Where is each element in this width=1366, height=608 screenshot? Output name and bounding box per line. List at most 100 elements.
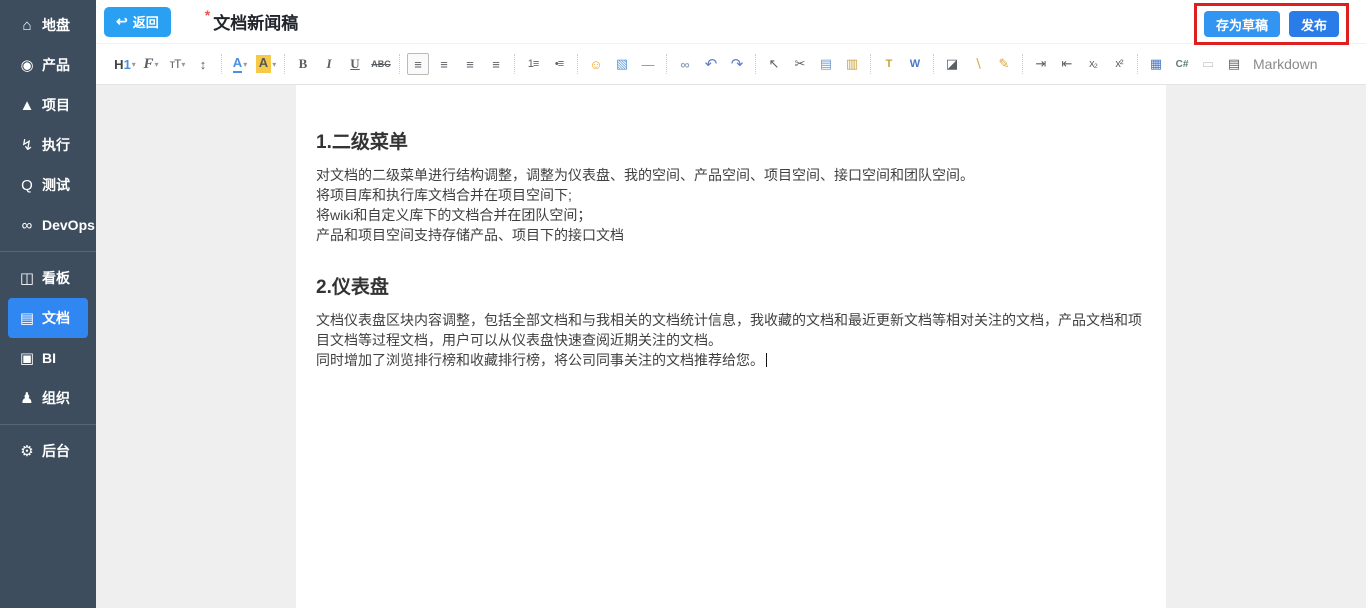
toolbar-separator <box>514 54 515 74</box>
doc-paragraph: 对文档的二级菜单进行结构调整，调整为仪表盘、我的空间、产品空间、项目空间、接口空… <box>316 165 1146 245</box>
bold-button[interactable]: B <box>292 53 314 75</box>
toolbar-separator <box>933 54 934 74</box>
align-center-button[interactable]: ≡ <box>433 53 455 75</box>
align-justify-button[interactable]: ≡ <box>485 53 507 75</box>
redo-button[interactable]: ↷ <box>726 53 748 75</box>
outdent-button[interactable]: ⇤ <box>1056 53 1078 75</box>
sidebar-divider <box>0 424 96 425</box>
sidebar-item-admin[interactable]: ⚙ 后台 <box>0 431 96 471</box>
copy-button[interactable]: ▤ <box>815 53 837 75</box>
underline-button[interactable]: U <box>344 53 366 75</box>
text-color-select[interactable]: A▾ <box>229 53 251 75</box>
ordered-list-button[interactable]: 1≡ <box>522 53 544 75</box>
select-all-button[interactable]: ↖ <box>763 53 785 75</box>
toolbar-separator <box>284 54 285 74</box>
font-size-select[interactable]: тT▾ <box>166 53 188 75</box>
back-button[interactable]: ↩ 返回 <box>104 7 171 37</box>
emoji-button[interactable]: ☺ <box>585 53 607 75</box>
sidebar-item-execution[interactable]: ↯ 执行 <box>0 125 96 165</box>
required-asterisk: * <box>205 7 210 23</box>
bi-monitor-icon: ▣ <box>17 349 37 367</box>
sidebar-item-kanban[interactable]: ◫ 看板 <box>0 258 96 298</box>
insert-code-button[interactable]: C# <box>1171 53 1193 75</box>
app-window: ⌂ 地盘 ◉ 产品 ▲ 项目 ↯ 执行 Q 测试 ∞ DevOps ◫ 看板 ▤ <box>0 0 1366 608</box>
toolbar-separator <box>666 54 667 74</box>
sidebar-item-label: 组织 <box>42 388 70 408</box>
sidebar-item-test[interactable]: Q 测试 <box>0 165 96 205</box>
organization-people-icon: ♟ <box>17 389 37 407</box>
sidebar-item-project[interactable]: ▲ 项目 <box>0 85 96 125</box>
subscript-button[interactable]: x₂ <box>1082 53 1104 75</box>
insert-image-button[interactable]: ▧ <box>611 53 633 75</box>
font-family-icon: F <box>143 56 153 73</box>
sidebar-item-label: 地盘 <box>42 15 70 35</box>
paste-as-text-button[interactable]: T <box>878 53 900 75</box>
cut-button[interactable]: ✂ <box>789 53 811 75</box>
kanban-icon: ◫ <box>17 269 37 287</box>
remove-format-eraser-button[interactable]: ◪ <box>941 53 963 75</box>
line-height-button[interactable]: ↕ <box>192 53 214 75</box>
toolbar-separator <box>1022 54 1023 74</box>
main-area: ↩ 返回 * 文档新闻稿 存为草稿 发布 H1▾ F▾ тT▾ ↕ <box>96 0 1366 608</box>
insert-table-button[interactable]: ▦ <box>1145 53 1167 75</box>
link-button[interactable]: ∞ <box>674 53 696 75</box>
doc-line: 产品和项目空间支持存储产品、项目下的接口文档 <box>316 225 1146 245</box>
sidebar-item-label: 后台 <box>42 441 70 461</box>
topbar: ↩ 返回 * 文档新闻稿 存为草稿 发布 <box>96 0 1366 44</box>
insert-hr-button[interactable]: ― <box>637 53 659 75</box>
source-notebook-button[interactable]: ▤ <box>1223 53 1245 75</box>
sidebar-item-devops[interactable]: ∞ DevOps <box>0 205 96 245</box>
sidebar-item-label: DevOps <box>42 217 95 233</box>
home-icon: ⌂ <box>17 17 37 34</box>
sidebar-item-bi[interactable]: ▣ BI <box>0 338 96 378</box>
doc-section-heading: 1.二级菜单 <box>316 127 1146 154</box>
undo-button[interactable]: ↶ <box>700 53 722 75</box>
chevron-down-icon: ▾ <box>155 59 159 69</box>
text-color-icon: A <box>233 55 242 73</box>
sidebar-item-label: BI <box>42 350 56 366</box>
doc-line: 文档仪表盘区块内容调整，包括全部文档和与我相关的文档统计信息，我收藏的文档和最近… <box>316 310 1146 350</box>
highlight-color-select[interactable]: A▾ <box>255 53 277 75</box>
page-break-button: ▭ <box>1197 53 1219 75</box>
paste-button[interactable]: ▥ <box>841 53 863 75</box>
italic-button[interactable]: I <box>318 53 340 75</box>
back-button-label: 返回 <box>133 12 159 31</box>
superscript-button[interactable]: x² <box>1108 53 1130 75</box>
chevron-down-icon: ▾ <box>132 60 136 69</box>
sidebar: ⌂ 地盘 ◉ 产品 ▲ 项目 ↯ 执行 Q 测试 ∞ DevOps ◫ 看板 ▤ <box>0 0 96 608</box>
paste-from-word-button[interactable]: W <box>904 53 926 75</box>
doc-section-heading: 2.仪表盘 <box>316 272 1146 299</box>
project-rocket-icon: ▲ <box>17 97 37 114</box>
font-size-icon: тT <box>170 57 181 71</box>
quick-format-pencil-button[interactable]: ✎ <box>993 53 1015 75</box>
toolbar-separator <box>577 54 578 74</box>
execution-runner-icon: ↯ <box>17 136 37 154</box>
sidebar-item-doc[interactable]: ▤ 文档 <box>8 298 88 338</box>
toolbar-separator <box>221 54 222 74</box>
sidebar-divider <box>0 251 96 252</box>
page-title: 文档新闻稿 <box>213 9 298 34</box>
indent-button[interactable]: ⇥ <box>1030 53 1052 75</box>
heading-select[interactable]: H1▾ <box>114 53 136 75</box>
unordered-list-button[interactable]: •≡ <box>548 53 570 75</box>
toolbar-separator <box>1137 54 1138 74</box>
sidebar-item-organization[interactable]: ♟ 组织 <box>0 378 96 418</box>
doc-line: 将wiki和自定义库下的文档合并在团队空间； <box>316 205 1146 225</box>
markdown-toggle[interactable]: Markdown <box>1253 56 1318 72</box>
sidebar-item-product[interactable]: ◉ 产品 <box>0 45 96 85</box>
sidebar-item-label: 产品 <box>42 55 70 75</box>
font-family-select[interactable]: F▾ <box>140 53 162 75</box>
publish-button[interactable]: 发布 <box>1289 11 1339 37</box>
doc-line: 同时增加了浏览排行榜和收藏排行榜，将公司同事关注的文档推荐给您。 <box>316 352 764 368</box>
strikethrough-button[interactable]: ABC <box>370 53 392 75</box>
text-cursor <box>766 353 767 367</box>
toolbar-separator <box>755 54 756 74</box>
save-draft-button[interactable]: 存为草稿 <box>1204 11 1280 37</box>
test-magnifier-icon: Q <box>17 177 37 194</box>
align-left-button[interactable]: ≡ <box>407 53 429 75</box>
align-right-button[interactable]: ≡ <box>459 53 481 75</box>
sidebar-item-dashboard[interactable]: ⌂ 地盘 <box>0 5 96 45</box>
document-edit-area[interactable]: 1.二级菜单 对文档的二级菜单进行结构调整，调整为仪表盘、我的空间、产品空间、项… <box>296 85 1166 608</box>
back-arrow-icon: ↩ <box>116 13 128 30</box>
clear-document-broom-button[interactable]: ∖ <box>967 53 989 75</box>
